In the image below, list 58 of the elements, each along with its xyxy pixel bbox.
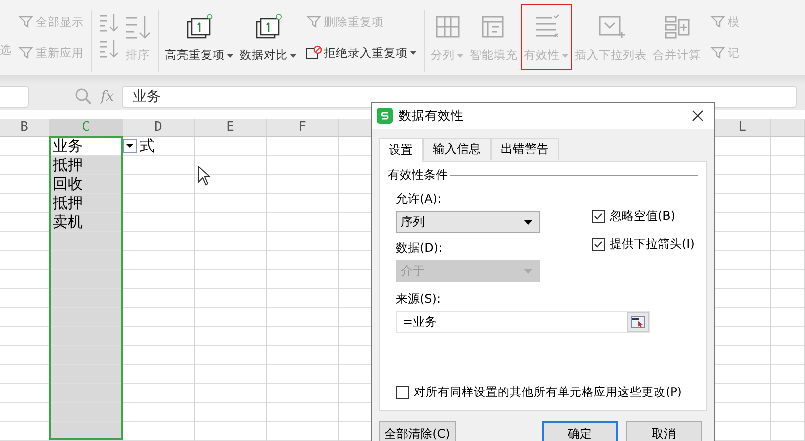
field-label: 数据(D): <box>396 240 444 257</box>
tab[interactable]: 设置 <box>379 138 423 162</box>
tab[interactable]: 输入信息 <box>423 138 491 160</box>
field-label: 允许(A): <box>396 191 443 208</box>
caret-icon <box>410 51 417 55</box>
table-cell: 业务 <box>50 137 122 155</box>
mouse-pointer-icon <box>198 166 211 186</box>
checkbox[interactable] <box>396 386 409 399</box>
field-label: 来源(S): <box>396 291 442 308</box>
funnel-icon <box>18 45 34 61</box>
insert-list-icon <box>597 14 625 40</box>
consolidate-icon <box>663 14 691 40</box>
app-logo-icon <box>377 108 393 124</box>
dialog-button[interactable]: 全部清除(C) <box>379 421 456 441</box>
toolbar-button[interactable]: 拒绝录入重复项 <box>306 45 417 61</box>
toolbar-button[interactable]: 高亮重复项 <box>162 4 237 70</box>
checkbox[interactable] <box>592 238 605 251</box>
dialog-button[interactable]: 确定 <box>542 421 618 441</box>
sort-icon <box>124 14 152 40</box>
table-cell-text: 抵押 <box>52 156 84 174</box>
funnel-icon <box>710 45 726 61</box>
range-picker-button[interactable] <box>627 312 649 332</box>
dialog-title: 数据有效性 <box>399 108 465 124</box>
funnel-icon <box>306 14 322 30</box>
column-header[interactable]: E <box>195 119 267 137</box>
column-header[interactable]: D <box>123 119 195 137</box>
caret-icon <box>524 268 533 274</box>
caret-icon <box>457 54 464 58</box>
caret-icon <box>290 54 297 58</box>
tab[interactable]: 出错警告 <box>491 138 559 160</box>
close-icon[interactable] <box>692 110 704 122</box>
dropdown-field[interactable]: 序列 <box>396 211 540 233</box>
source-field[interactable]: =业务 <box>396 311 650 333</box>
split-columns-icon <box>434 14 462 40</box>
column-header[interactable]: L <box>715 119 771 137</box>
funnel-icon <box>18 14 34 30</box>
checkbox[interactable] <box>592 210 605 223</box>
caret-icon <box>524 220 533 224</box>
stacked-squares-icon <box>254 14 282 40</box>
toolbar-button[interactable]: 数据对比 <box>237 4 300 70</box>
dropdown-button[interactable] <box>123 139 137 153</box>
caret-icon <box>227 54 234 58</box>
checkbox-label[interactable]: 忽略空值(B) <box>610 208 676 225</box>
dialog-button[interactable]: 取消 <box>626 421 702 441</box>
table-cell-text: 式 <box>139 137 155 155</box>
table-cell-text: 卖机 <box>52 213 84 231</box>
table-cell-text: 抵押 <box>52 194 84 212</box>
blocked-square-icon <box>306 45 322 61</box>
column-header[interactable]: F <box>267 119 339 137</box>
checkbox-label[interactable]: 提供下拉箭头(I) <box>610 236 695 253</box>
caret-icon <box>562 54 569 58</box>
funnel-icon <box>710 14 726 30</box>
checkbox-label[interactable]: 对所有同样设置的其他所有单元格应用这些更改(P) <box>414 385 682 400</box>
stacked-squares-icon <box>186 14 214 40</box>
column-header[interactable]: B <box>0 119 50 137</box>
group-title: 有效性条件 <box>388 167 448 184</box>
range-picker-icon <box>631 316 645 328</box>
table-cell-text: 回收 <box>52 175 84 193</box>
